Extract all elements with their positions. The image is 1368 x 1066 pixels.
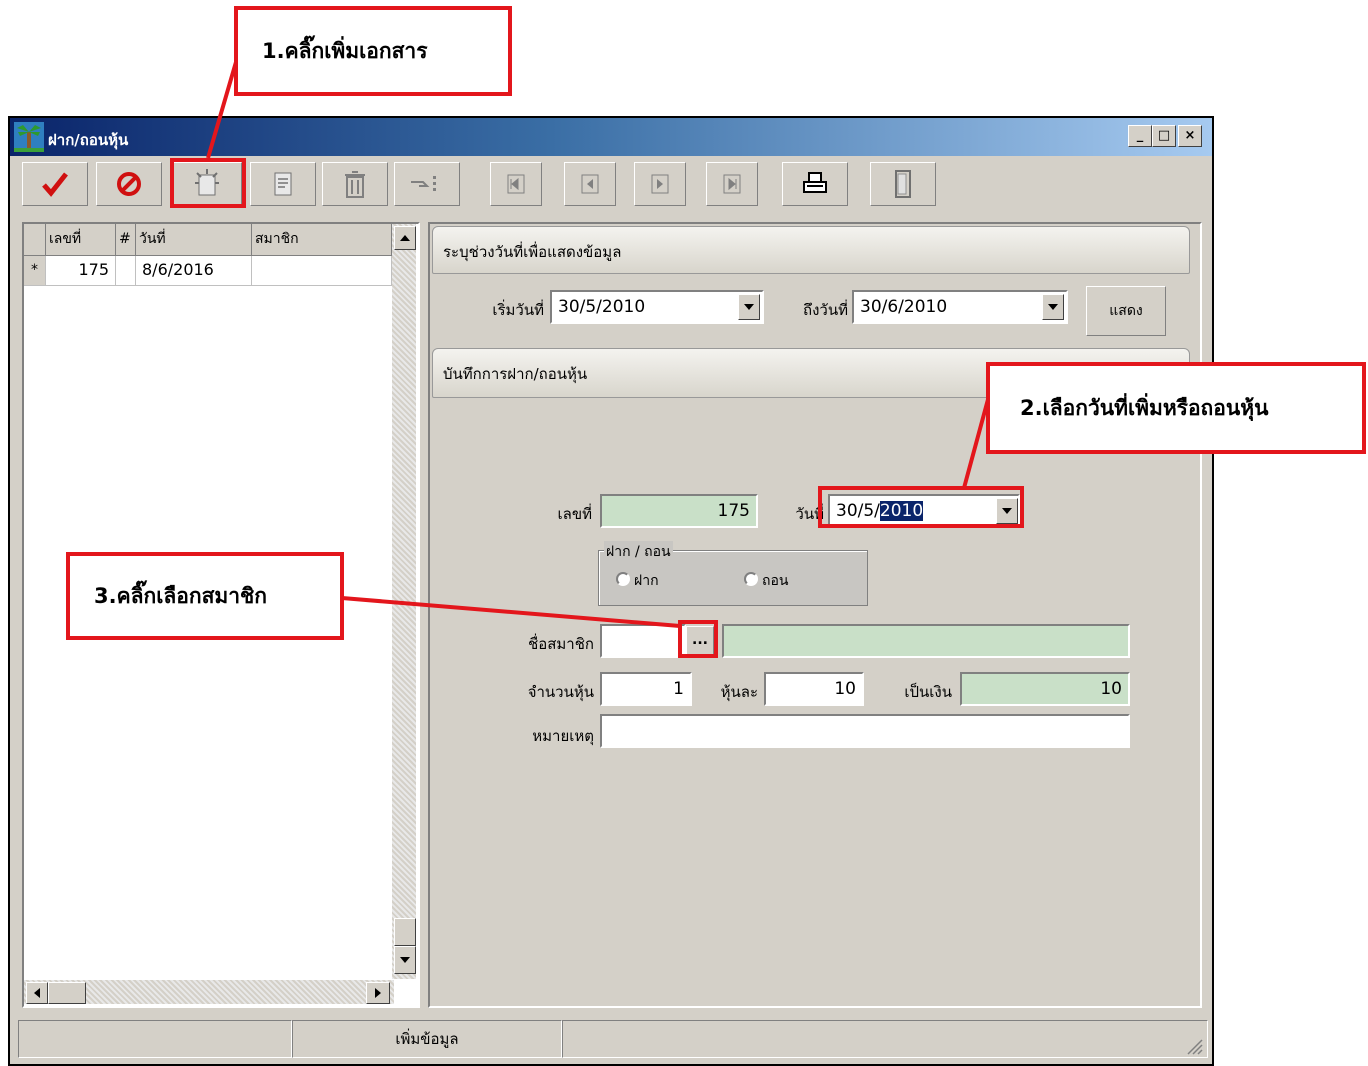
annotation-arrows [206, 61, 992, 628]
callout-step2: 2.เลือกวันที่เพิ่มหรือถอนหุ้น [986, 362, 1366, 454]
callout-step1: 1.คลิ๊กเพิ่มเอกสาร [234, 6, 512, 96]
callout-step3: 3.คลิ๊กเลือกสมาชิก [66, 552, 344, 640]
